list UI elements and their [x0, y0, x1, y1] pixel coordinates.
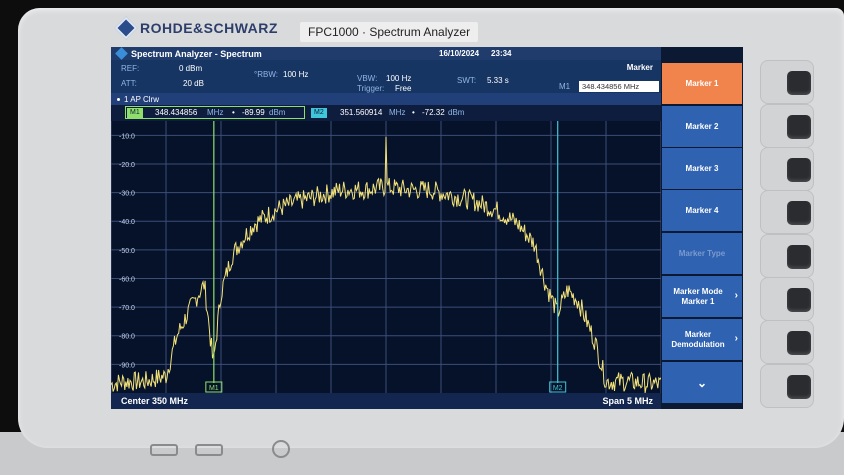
y-tick-label: -70.0	[119, 305, 135, 312]
att-label: ATT:	[121, 79, 137, 88]
marker2-level: -72.32	[422, 108, 445, 117]
title-bar: Spectrum Analyzer - Spectrum	[111, 47, 661, 60]
softkey-label: Marker Type	[678, 248, 726, 258]
time: 23:34	[491, 49, 512, 58]
swt-value: 5.33 s	[487, 76, 509, 85]
key-cap	[787, 158, 811, 182]
y-tick-label: -50.0	[119, 248, 135, 255]
softkey-label: Marker 4	[685, 205, 719, 215]
hardware-key-6[interactable]	[760, 277, 814, 321]
marker1-level: -89.99	[242, 108, 265, 117]
center-frequency: Center 350 MHz	[121, 396, 189, 406]
span-frequency: Span 5 MHz	[602, 396, 653, 406]
app-icon	[115, 47, 128, 60]
marker-title: Marker	[626, 63, 653, 72]
hardware-key-1[interactable]	[760, 60, 814, 104]
hardware-softkey-buttons	[748, 60, 844, 420]
key-cap	[787, 331, 811, 355]
hardware-key-2[interactable]	[760, 104, 814, 148]
trigger-value: Free	[395, 84, 412, 93]
key-cap	[787, 375, 811, 399]
softkey-label: Marker 3	[685, 163, 719, 173]
key-cap	[787, 288, 811, 312]
y-tick-label: -10.0	[119, 133, 135, 140]
brand: ROHDE&SCHWARZ	[114, 16, 278, 40]
key-cap	[787, 71, 811, 95]
softkey-marker-4[interactable]: Marker 4	[662, 190, 742, 232]
swt-label: SWT:	[457, 76, 477, 85]
marker2-bullet: •	[412, 108, 415, 117]
screen: Spectrum Analyzer - Spectrum 16/10/2024 …	[111, 47, 743, 409]
vbw-value: 100 Hz	[386, 74, 412, 83]
chevron-right-icon: ›	[734, 290, 738, 301]
softkey-marker-type[interactable]: Marker Type	[662, 233, 742, 275]
vbw-label: VBW:	[357, 74, 378, 83]
rbw-value: 100 Hz	[283, 70, 309, 79]
hardware-key-7[interactable]	[760, 320, 814, 364]
usb-port-icon	[150, 444, 178, 456]
marker2-tag[interactable]: M2	[311, 108, 327, 118]
marker1-level-unit: dBm	[269, 108, 286, 117]
key-cap	[787, 245, 811, 269]
window-title: Spectrum Analyzer - Spectrum	[131, 48, 262, 59]
y-tick-label: -40.0	[119, 219, 135, 226]
marker-label-m2: M2	[553, 385, 563, 392]
usb-port-icon	[195, 444, 223, 456]
trace-mode-bar: 1 AP Clrw	[111, 93, 661, 105]
spectrum-chart: -10.0 -20.0 -30.0 -40.0 -50.0 -60.0 -70.0 -80.0…	[111, 121, 661, 393]
marker1-freq-unit: MHz	[207, 108, 224, 117]
marker-readout-row: M1 348.434856 MHz • -89.99 dBm M2 351.56…	[111, 105, 661, 121]
trace-dot-icon	[117, 97, 120, 101]
marker1-frequency: 348.434856	[155, 108, 198, 117]
marker-header: Marker M1 348.434856 MHz	[523, 60, 661, 93]
softkey-panel: Marker 1 Marker 2 Marker 3 Marker 4 Mark…	[661, 47, 743, 409]
marker1-tag: M1	[127, 108, 143, 118]
softkey-marker-mode[interactable]: Marker Mode Marker 1 ›	[662, 276, 742, 318]
softkey-more[interactable]: ⌄	[662, 362, 742, 404]
softkey-marker-2[interactable]: Marker 2	[662, 106, 742, 148]
y-tick-label: -60.0	[119, 276, 135, 283]
chevron-right-icon: ›	[734, 333, 738, 344]
hardware-key-8[interactable]	[760, 364, 814, 408]
trigger-label: Trigger:	[357, 84, 385, 93]
softkey-label: Marker Mode Marker 1	[673, 286, 723, 306]
softkey-marker-3[interactable]: Marker 3	[662, 148, 742, 190]
marker2-freq-unit: MHz	[389, 108, 406, 117]
y-tick-label: -80.0	[119, 334, 135, 341]
att-value: 20 dB	[183, 79, 204, 88]
softkey-label: Marker Demodulation	[671, 329, 725, 349]
marker-label-m1: M1	[209, 385, 219, 392]
footer-bar: Center 350 MHz Span 5 MHz	[111, 393, 661, 409]
marker1-bullet: •	[232, 108, 235, 117]
hardware-key-5[interactable]	[760, 234, 814, 278]
key-cap	[787, 201, 811, 225]
model-label: FPC1000 · Spectrum Analyzer	[300, 22, 479, 42]
ref-value: 0 dBm	[179, 64, 203, 73]
trace-mode: 1 AP Clrw	[124, 94, 159, 104]
softkey-marker-1[interactable]: Marker 1	[662, 63, 742, 105]
ref-label: REF:	[121, 64, 140, 73]
rbw-label: °RBW:	[254, 70, 278, 79]
datetime: 16/10/2024 23:34	[439, 47, 512, 60]
hardware-key-3[interactable]	[760, 147, 814, 191]
y-tick-label: -20.0	[119, 162, 135, 169]
hardware-key-4[interactable]	[760, 190, 814, 234]
key-cap	[787, 115, 811, 139]
y-tick-label: -90.0	[119, 362, 135, 369]
softkey-label: Marker 1	[685, 78, 719, 88]
headphone-jack-icon	[272, 440, 290, 458]
chevron-down-icon: ⌄	[696, 375, 708, 390]
marker-input-label: M1	[559, 82, 571, 91]
measurement-params: REF: 0 dBm ATT: 20 dB °RBW: 100 Hz VBW: …	[111, 60, 523, 93]
brand-name: ROHDE&SCHWARZ	[140, 20, 278, 36]
spectrum-plot[interactable]: -10.0 -20.0 -30.0 -40.0 -50.0 -60.0 -70.0 -80.0…	[111, 121, 661, 393]
marker2-level-unit: dBm	[448, 108, 465, 117]
marker-frequency-input[interactable]: 348.434856 MHz	[579, 81, 659, 92]
softkey-label: Marker 2	[685, 121, 719, 131]
date: 16/10/2024	[439, 49, 480, 58]
marker2-frequency: 351.560914	[340, 108, 383, 117]
rohde-schwarz-logo-icon	[114, 16, 138, 40]
y-tick-label: -30.0	[119, 191, 135, 198]
softkey-marker-demodulation[interactable]: Marker Demodulation ›	[662, 319, 742, 361]
